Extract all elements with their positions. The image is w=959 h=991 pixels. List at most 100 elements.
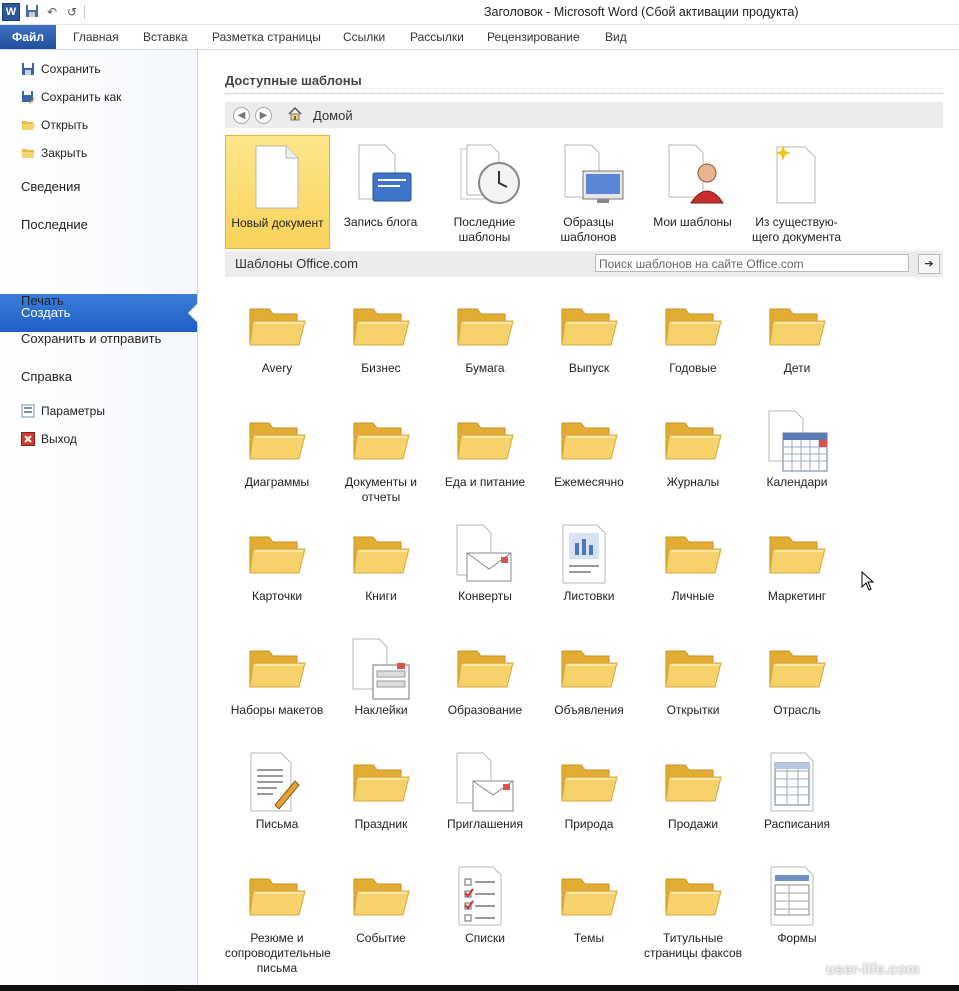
flyer-icon (537, 523, 641, 587)
watermark: user-life.com (826, 961, 920, 978)
category-item[interactable]: Письма (225, 751, 329, 861)
category-item[interactable]: Бизнес (329, 295, 433, 405)
category-label: Календари (766, 475, 828, 489)
nav-recent[interactable]: Последние (21, 217, 88, 232)
category-label: Листовки (563, 589, 615, 603)
folder-icon (745, 295, 849, 359)
tab-home[interactable]: Главная (73, 30, 119, 44)
category-item[interactable]: Резюме и сопроводительные письма (225, 865, 331, 975)
category-item[interactable]: Отрасль (745, 637, 849, 747)
category-item[interactable]: Карточки (225, 523, 329, 633)
tab-file[interactable]: Файл (0, 25, 56, 49)
template-new-document[interactable]: Новый документ (225, 135, 330, 249)
template-label: Запись блога (343, 215, 418, 229)
template-blog-post[interactable]: Запись блога (329, 135, 432, 247)
template-label: Из существую-щего документа (751, 215, 842, 244)
redo-icon[interactable]: ↺ (64, 4, 80, 20)
title-bar: W ↶ ↺ Заголовок - Microsoft Word (Сбой а… (0, 0, 959, 25)
category-label: Природа (564, 817, 614, 831)
nav-help[interactable]: Справка (21, 369, 72, 384)
category-item[interactable]: Диаграммы (225, 409, 329, 519)
category-item[interactable]: Журналы (641, 409, 745, 519)
category-item[interactable]: Личные (641, 523, 745, 633)
nav-options[interactable]: Параметры (21, 404, 105, 418)
category-item[interactable]: Праздник (329, 751, 433, 861)
tab-view[interactable]: Вид (605, 30, 627, 44)
category-item[interactable]: Наклейки (329, 637, 433, 747)
category-item[interactable]: Образование (433, 637, 537, 747)
template-from-existing[interactable]: Из существую-щего документа (745, 135, 848, 247)
category-item[interactable]: Листовки (537, 523, 641, 633)
tab-review[interactable]: Рецензирование (487, 30, 580, 44)
folder-icon (641, 409, 745, 473)
category-item[interactable]: Списки (433, 865, 537, 975)
category-label: Еда и питание (444, 475, 526, 489)
category-item[interactable]: Годовые (641, 295, 745, 405)
category-item[interactable]: Дети (745, 295, 849, 405)
tab-references[interactable]: Ссылки (343, 30, 385, 44)
back-arrow-icon[interactable]: ◀ (233, 107, 250, 124)
home-label[interactable]: Домой (313, 108, 353, 123)
category-item[interactable]: Бумага (433, 295, 537, 405)
folder-icon (329, 523, 433, 587)
sample-templates-icon (564, 144, 624, 203)
nav-save-send[interactable]: Сохранить и отправить (21, 331, 161, 346)
category-item[interactable]: Еда и питание (433, 409, 537, 519)
category-item[interactable]: Темы (537, 865, 641, 975)
template-recent[interactable]: Последние шаблоны (433, 135, 536, 247)
folder-icon (329, 751, 433, 815)
tab-insert[interactable]: Вставка (143, 30, 188, 44)
category-item[interactable]: Маркетинг (745, 523, 849, 633)
tab-mailings[interactable]: Рассылки (410, 30, 464, 44)
category-label: Резюме и сопроводительные письма (225, 931, 331, 975)
nav-close[interactable]: Закрыть (21, 146, 87, 160)
undo-icon[interactable]: ↶ (44, 4, 60, 20)
nav-open[interactable]: Открыть (21, 118, 88, 132)
search-go-button[interactable]: ➔ (918, 254, 940, 274)
category-item[interactable]: Avery (225, 295, 329, 405)
forward-arrow-icon[interactable]: ▶ (255, 107, 272, 124)
category-label: Титульные страницы факсов (643, 931, 743, 960)
category-item[interactable]: Открытки (641, 637, 745, 747)
save-icon[interactable] (24, 4, 40, 20)
nav-save-as[interactable]: Сохранить как (21, 90, 121, 104)
category-label: Отрасль (773, 703, 821, 717)
category-label: Диаграммы (244, 475, 310, 489)
folder-icon (225, 295, 329, 359)
nav-info[interactable]: Сведения (21, 179, 80, 194)
office-templates-bar: Шаблоны Office.com Поиск шаблонов на сай… (225, 251, 943, 277)
template-my-templates[interactable]: Мои шаблоны (641, 135, 744, 247)
folder-icon (225, 409, 329, 473)
category-item[interactable]: Книги (329, 523, 433, 633)
category-label: Бизнес (361, 361, 401, 375)
tab-page-layout[interactable]: Разметка страницы (212, 30, 321, 44)
category-label: Письма (255, 817, 299, 831)
category-item[interactable]: Событие (329, 865, 433, 975)
template-search-input[interactable]: Поиск шаблонов на сайте Office.com (595, 254, 909, 272)
word-logo-icon[interactable]: W (2, 3, 20, 21)
category-item[interactable]: Титульные страницы факсов (641, 865, 745, 975)
category-label: Приглашения (447, 817, 523, 831)
category-item[interactable]: Природа (537, 751, 641, 861)
my-templates-icon (668, 144, 724, 204)
category-item[interactable]: Календари (745, 409, 849, 519)
category-item[interactable]: Документы и отчеты (329, 409, 433, 519)
category-item[interactable]: Приглашения (433, 751, 537, 861)
nav-print[interactable]: Печать (21, 293, 64, 308)
template-label: Последние шаблоны (453, 215, 516, 244)
mouse-cursor-icon (861, 571, 875, 591)
nav-save[interactable]: Сохранить (21, 62, 101, 76)
category-item[interactable]: Выпуск (537, 295, 641, 405)
category-item[interactable]: Конверты (433, 523, 537, 633)
category-item[interactable]: Ежемесячно (537, 409, 641, 519)
category-label: Книги (365, 589, 397, 603)
category-item[interactable]: Наборы макетов (225, 637, 329, 747)
category-item[interactable]: Формы (745, 865, 849, 975)
template-samples[interactable]: Образцы шаблонов (537, 135, 640, 247)
category-label: Документы и отчеты (345, 475, 417, 504)
home-icon[interactable] (287, 106, 303, 122)
nav-exit[interactable]: Выход (21, 432, 77, 446)
category-item[interactable]: Продажи (641, 751, 745, 861)
category-item[interactable]: Объявления (537, 637, 641, 747)
category-item[interactable]: Расписания (745, 751, 849, 861)
